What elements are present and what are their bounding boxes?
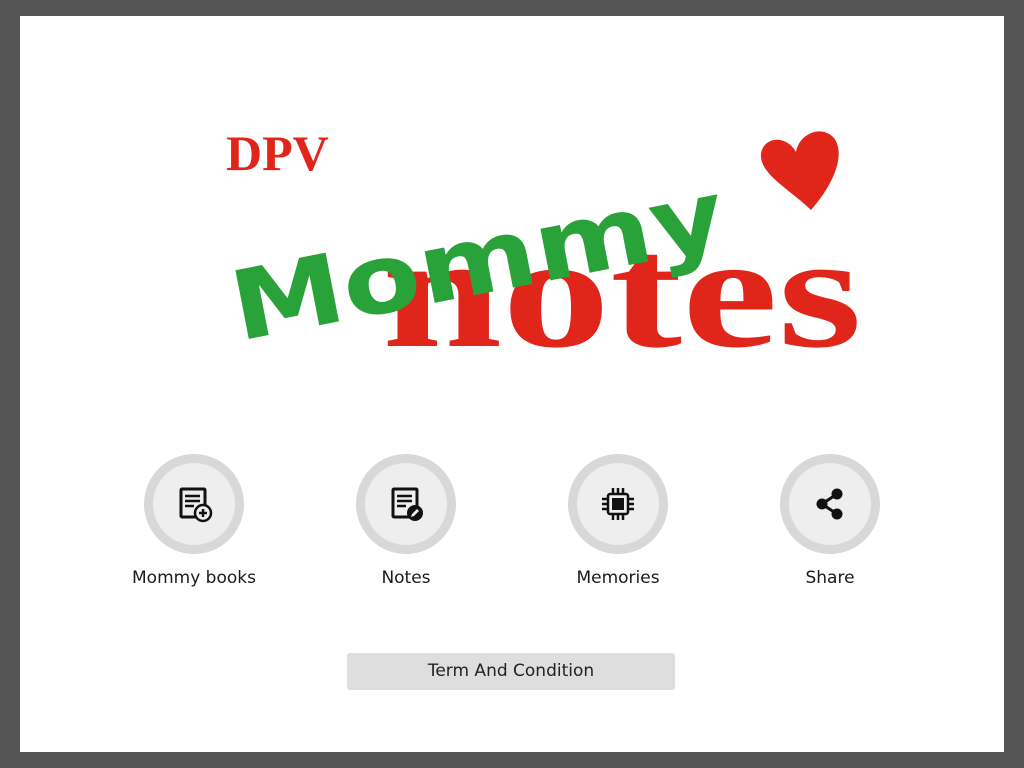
app-screen: DPV notes Mommy Mommy books Notes Memori… [20, 16, 1004, 752]
menu-notes[interactable]: Notes [316, 454, 496, 604]
book-add-icon [179, 487, 213, 523]
menu-label: Memories [576, 568, 660, 588]
logo-graphic: DPV notes Mommy [222, 125, 862, 362]
menu-label: Share [805, 568, 855, 588]
share-icon [816, 488, 843, 520]
menu-memories[interactable]: Memories [528, 454, 708, 604]
note-edit-icon [391, 487, 423, 521]
menu-label: Mommy books [132, 568, 256, 588]
menu-label: Notes [381, 568, 431, 588]
heart-icon [760, 131, 839, 210]
menu-share[interactable]: Share [740, 454, 920, 604]
logo-brand-text: DPV [226, 125, 329, 181]
terms-and-condition-button[interactable]: Term And Condition [347, 653, 675, 690]
chip-icon [602, 488, 634, 520]
menu-mommy-books[interactable]: Mommy books [104, 454, 284, 604]
menu-icon-circle [144, 454, 244, 554]
app-logo: DPV notes Mommy [206, 112, 866, 362]
menu-icon-circle [780, 454, 880, 554]
menu-icon-circle [568, 454, 668, 554]
menu-icon-circle [356, 454, 456, 554]
